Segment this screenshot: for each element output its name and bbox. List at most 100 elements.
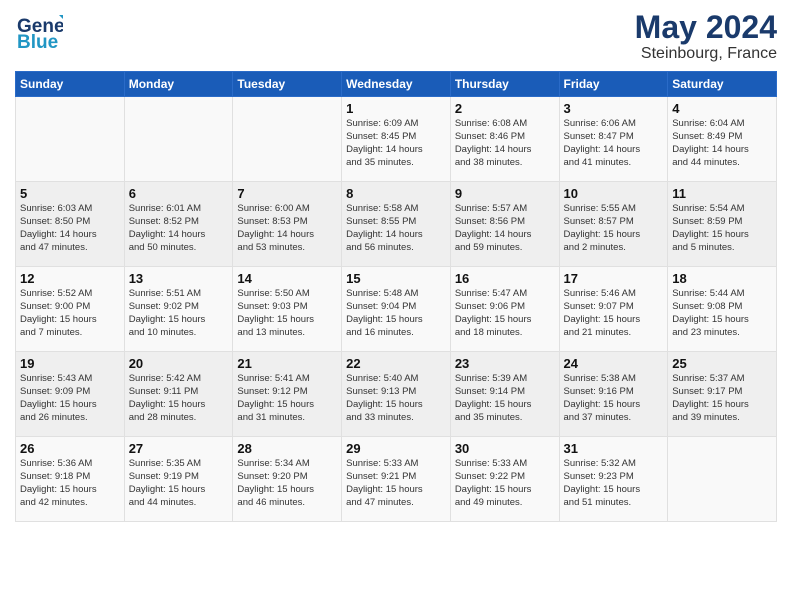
- day-info: Sunrise: 6:09 AMSunset: 8:45 PMDaylight:…: [346, 118, 446, 169]
- day-number: 14: [237, 271, 337, 286]
- calendar-cell: [668, 437, 777, 522]
- calendar-cell: 30Sunrise: 5:33 AMSunset: 9:22 PMDayligh…: [450, 437, 559, 522]
- day-info: Sunrise: 5:58 AMSunset: 8:55 PMDaylight:…: [346, 203, 446, 254]
- day-number: 30: [455, 441, 555, 456]
- calendar-cell: 20 Sunrise: 5:42 AMSunset: 9:11 PMDayligh…: [124, 352, 233, 437]
- day-number: 23: [455, 356, 555, 371]
- day-info: Sunrise: 5:34 AMSunset: 9:20 PMDaylight:…: [237, 458, 337, 509]
- calendar-week-row: 12Sunrise: 5:52 AMSunset: 9:00 PMDayligh…: [16, 267, 777, 352]
- day-number: 20: [129, 356, 229, 371]
- calendar-cell: 18 Sunrise: 5:44 AMSunset: 9:08 PMDayligh…: [668, 267, 777, 352]
- calendar-cell: 2 Sunrise: 6:08 AMSunset: 8:46 PMDaylight…: [450, 97, 559, 182]
- day-number: 25: [672, 356, 772, 371]
- calendar-cell: 23Sunrise: 5:39 AMSunset: 9:14 PMDayligh…: [450, 352, 559, 437]
- day-info: Sunrise: 5:40 AMSunset: 9:13 PMDaylight:…: [346, 373, 446, 424]
- day-number: 10: [564, 186, 664, 201]
- header-row: Sunday Monday Tuesday Wednesday Thursday…: [16, 72, 777, 97]
- day-info: Sunrise: 5:57 AMSunset: 8:56 PMDaylight:…: [455, 203, 555, 254]
- calendar-cell: 25 Sunrise: 5:37 AMSunset: 9:17 PMDayligh…: [668, 352, 777, 437]
- day-number: 5: [20, 186, 120, 201]
- day-number: 22: [346, 356, 446, 371]
- day-info: Sunrise: 5:38 AMSunset: 9:16 PMDaylight:…: [564, 373, 664, 424]
- calendar-week-row: 1 Sunrise: 6:09 AMSunset: 8:45 PMDaylight…: [16, 97, 777, 182]
- calendar-cell: [233, 97, 342, 182]
- day-info: Sunrise: 6:06 AMSunset: 8:47 PMDaylight:…: [564, 118, 664, 169]
- day-info: Sunrise: 6:08 AMSunset: 8:46 PMDaylight:…: [455, 118, 555, 169]
- calendar-cell: 16 Sunrise: 5:47 AMSunset: 9:06 PMDayligh…: [450, 267, 559, 352]
- day-number: 18: [672, 271, 772, 286]
- day-info: Sunrise: 5:32 AMSunset: 9:23 PMDaylight:…: [564, 458, 664, 509]
- col-saturday: Saturday: [668, 72, 777, 97]
- day-info: Sunrise: 5:36 AMSunset: 9:18 PMDaylight:…: [20, 458, 120, 509]
- day-info: Sunrise: 5:37 AMSunset: 9:17 PMDaylight:…: [672, 373, 772, 424]
- calendar-cell: [16, 97, 125, 182]
- day-number: 28: [237, 441, 337, 456]
- day-info: Sunrise: 5:46 AMSunset: 9:07 PMDaylight:…: [564, 288, 664, 339]
- day-info: Sunrise: 5:42 AMSunset: 9:11 PMDaylight:…: [129, 373, 229, 424]
- day-info: Sunrise: 5:44 AMSunset: 9:08 PMDaylight:…: [672, 288, 772, 339]
- day-number: 7: [237, 186, 337, 201]
- day-number: 16: [455, 271, 555, 286]
- calendar-cell: 12Sunrise: 5:52 AMSunset: 9:00 PMDayligh…: [16, 267, 125, 352]
- day-number: 9: [455, 186, 555, 201]
- col-friday: Friday: [559, 72, 668, 97]
- day-info: Sunrise: 5:43 AMSunset: 9:09 PMDaylight:…: [20, 373, 120, 424]
- calendar-body: 1 Sunrise: 6:09 AMSunset: 8:45 PMDaylight…: [16, 97, 777, 522]
- calendar-cell: 19 Sunrise: 5:43 AMSunset: 9:09 PMDayligh…: [16, 352, 125, 437]
- day-info: Sunrise: 5:50 AMSunset: 9:03 PMDaylight:…: [237, 288, 337, 339]
- day-number: 21: [237, 356, 337, 371]
- day-info: Sunrise: 5:35 AMSunset: 9:19 PMDaylight:…: [129, 458, 229, 509]
- col-tuesday: Tuesday: [233, 72, 342, 97]
- day-info: Sunrise: 6:00 AMSunset: 8:53 PMDaylight:…: [237, 203, 337, 254]
- calendar-cell: 13 Sunrise: 5:51 AMSunset: 9:02 PMDayligh…: [124, 267, 233, 352]
- calendar-cell: 14 Sunrise: 5:50 AMSunset: 9:03 PMDayligh…: [233, 267, 342, 352]
- day-info: Sunrise: 5:47 AMSunset: 9:06 PMDaylight:…: [455, 288, 555, 339]
- header: General Blue May 2024 Steinbourg, France: [15, 10, 777, 63]
- calendar-cell: [124, 97, 233, 182]
- day-number: 24: [564, 356, 664, 371]
- day-number: 3: [564, 101, 664, 116]
- calendar-week-row: 26 Sunrise: 5:36 AMSunset: 9:18 PMDayligh…: [16, 437, 777, 522]
- day-number: 11: [672, 186, 772, 201]
- calendar-cell: 7 Sunrise: 6:00 AMSunset: 8:53 PMDaylight…: [233, 182, 342, 267]
- title-block: May 2024 Steinbourg, France: [635, 10, 777, 63]
- day-number: 2: [455, 101, 555, 116]
- calendar-header: Sunday Monday Tuesday Wednesday Thursday…: [16, 72, 777, 97]
- day-info: Sunrise: 5:52 AMSunset: 9:00 PMDaylight:…: [20, 288, 120, 339]
- page-container: General Blue May 2024 Steinbourg, France…: [0, 0, 792, 532]
- col-monday: Monday: [124, 72, 233, 97]
- calendar-cell: 5 Sunrise: 6:03 AMSunset: 8:50 PMDaylight…: [16, 182, 125, 267]
- calendar-cell: 15Sunrise: 5:48 AMSunset: 9:04 PMDayligh…: [342, 267, 451, 352]
- day-number: 1: [346, 101, 446, 116]
- calendar-cell: 8 Sunrise: 5:58 AMSunset: 8:55 PMDaylight…: [342, 182, 451, 267]
- day-info: Sunrise: 5:41 AMSunset: 9:12 PMDaylight:…: [237, 373, 337, 424]
- day-number: 17: [564, 271, 664, 286]
- calendar-cell: 22 Sunrise: 5:40 AMSunset: 9:13 PMDayligh…: [342, 352, 451, 437]
- calendar-cell: 10 Sunrise: 5:55 AMSunset: 8:57 PMDayligh…: [559, 182, 668, 267]
- calendar-cell: 28 Sunrise: 5:34 AMSunset: 9:20 PMDayligh…: [233, 437, 342, 522]
- calendar-cell: 1 Sunrise: 6:09 AMSunset: 8:45 PMDaylight…: [342, 97, 451, 182]
- day-number: 8: [346, 186, 446, 201]
- calendar-cell: 4Sunrise: 6:04 AMSunset: 8:49 PMDaylight…: [668, 97, 777, 182]
- calendar-cell: 31Sunrise: 5:32 AMSunset: 9:23 PMDayligh…: [559, 437, 668, 522]
- day-number: 13: [129, 271, 229, 286]
- calendar-table: Sunday Monday Tuesday Wednesday Thursday…: [15, 71, 777, 522]
- logo: General Blue: [15, 10, 63, 52]
- day-info: Sunrise: 6:04 AMSunset: 8:49 PMDaylight:…: [672, 118, 772, 169]
- day-number: 19: [20, 356, 120, 371]
- calendar-cell: 29Sunrise: 5:33 AMSunset: 9:21 PMDayligh…: [342, 437, 451, 522]
- day-info: Sunrise: 6:03 AMSunset: 8:50 PMDaylight:…: [20, 203, 120, 254]
- col-thursday: Thursday: [450, 72, 559, 97]
- day-number: 26: [20, 441, 120, 456]
- day-number: 6: [129, 186, 229, 201]
- col-wednesday: Wednesday: [342, 72, 451, 97]
- calendar-cell: 27Sunrise: 5:35 AMSunset: 9:19 PMDayligh…: [124, 437, 233, 522]
- day-info: Sunrise: 5:48 AMSunset: 9:04 PMDaylight:…: [346, 288, 446, 339]
- day-info: Sunrise: 5:55 AMSunset: 8:57 PMDaylight:…: [564, 203, 664, 254]
- calendar-cell: 21 Sunrise: 5:41 AMSunset: 9:12 PMDayligh…: [233, 352, 342, 437]
- calendar-week-row: 19 Sunrise: 5:43 AMSunset: 9:09 PMDayligh…: [16, 352, 777, 437]
- svg-text:Blue: Blue: [17, 32, 58, 52]
- day-info: Sunrise: 5:51 AMSunset: 9:02 PMDaylight:…: [129, 288, 229, 339]
- day-number: 29: [346, 441, 446, 456]
- col-sunday: Sunday: [16, 72, 125, 97]
